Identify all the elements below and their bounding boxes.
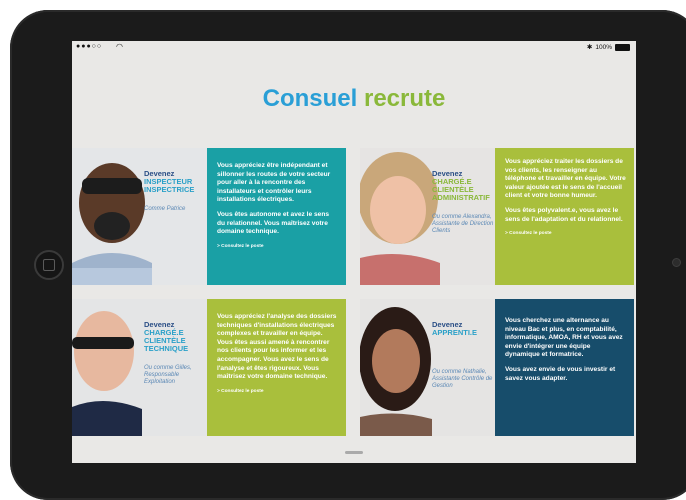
home-button[interactable] [34, 250, 64, 280]
description-panel: Vous appréciez l'analyse des dossiers te… [207, 299, 346, 436]
role-line: APPRENTI.E [432, 328, 478, 337]
description-paragraph: Vous appréciez l'analyse des dossiers te… [217, 313, 337, 381]
role-line: INSPECTRICE [144, 185, 195, 194]
description-paragraph: Vous appréciez traiter les dossiers de v… [505, 158, 626, 200]
job-card-inspecteur[interactable]: Devenez INSPECTEUR INSPECTRICE Comme Pat… [72, 148, 346, 285]
description-panel: Vous cherchez une alternance au niveau B… [495, 299, 634, 436]
role-line: TECHNIQUE [144, 344, 189, 353]
battery-icon [615, 43, 630, 51]
job-card-administratif[interactable]: Devenez CHARGÉ.E CLIENTÈLE ADMINISTRATIF… [360, 148, 634, 285]
bluetooth-icon: ✱ [586, 44, 593, 51]
photo-gilles: Devenez CHARGÉ.E CLIENTÈLE TECHNIQUE Ou … [72, 299, 207, 436]
role-text: Devenez CHARGÉ.E CLIENTÈLE TECHNIQUE Ou … [144, 321, 206, 386]
camera-icon [672, 258, 681, 267]
consult-job-link[interactable]: > Consultez le poste [217, 388, 338, 397]
status-bar: ●●●○○ ◠ ✱ 100% [72, 41, 636, 53]
battery-percent: 100% [595, 43, 612, 51]
photo-nathalie: Devenez APPRENTI.E Ou comme Nathalie, As… [360, 299, 495, 436]
description-paragraph: Vous appréciez être indépendant et sillo… [217, 162, 331, 204]
quote-text: Comme Patrice [144, 206, 186, 212]
job-card-technique[interactable]: Devenez CHARGÉ.E CLIENTÈLE TECHNIQUE Ou … [72, 299, 346, 436]
title-word-consuel: Consuel [262, 85, 358, 112]
consult-job-link[interactable]: > Consultez le poste [505, 230, 626, 239]
page-title: Consuel recrute [72, 85, 636, 113]
quote-text: Ou comme Nathalie, Assistante Contrôle d… [432, 369, 493, 389]
description-panel: Vous appréciez être indépendant et sillo… [207, 148, 346, 285]
quote-text: Ou comme Gilles, Responsable Exploitatio… [144, 365, 192, 385]
home-indicator[interactable] [345, 451, 363, 454]
description-paragraph: Vous cherchez une alternance au niveau B… [505, 317, 623, 359]
role-line: ADMINISTRATIF [432, 193, 490, 202]
role-text: Devenez INSPECTEUR INSPECTRICE Comme Pat… [144, 170, 206, 213]
wifi-icon: ◠ [116, 42, 123, 51]
photo-alexandra: Devenez CHARGÉ.E CLIENTÈLE ADMINISTRATIF… [360, 148, 495, 285]
photo-patrice: Devenez INSPECTEUR INSPECTRICE Comme Pat… [72, 148, 207, 285]
description-paragraph: Vous êtes polyvalent.e, vous avez le sen… [505, 206, 623, 223]
portrait-image [72, 148, 207, 285]
title-word-recrute: recrute [363, 85, 446, 112]
role-text: Devenez CHARGÉ.E CLIENTÈLE ADMINISTRATIF… [432, 170, 494, 235]
description-paragraph: Vous avez envie de vous investir et save… [505, 365, 616, 382]
job-card-apprenti[interactable]: Devenez APPRENTI.E Ou comme Nathalie, As… [360, 299, 634, 436]
description-panel: Vous appréciez traiter les dossiers de v… [495, 148, 634, 285]
role-text: Devenez APPRENTI.E Ou comme Nathalie, As… [432, 321, 494, 390]
signal-indicator: ●●●○○ [76, 43, 103, 50]
consult-job-link[interactable]: > Consultez le poste [217, 243, 338, 252]
status-right: ✱ 100% [587, 43, 630, 51]
screen: ●●●○○ ◠ ✱ 100% Consuel recrute Devenez I… [72, 41, 636, 463]
description-paragraph: Vous êtes autonome et avez le sens du re… [217, 210, 330, 236]
quote-text: Ou comme Alexandra, Assistante de Direct… [432, 214, 494, 234]
